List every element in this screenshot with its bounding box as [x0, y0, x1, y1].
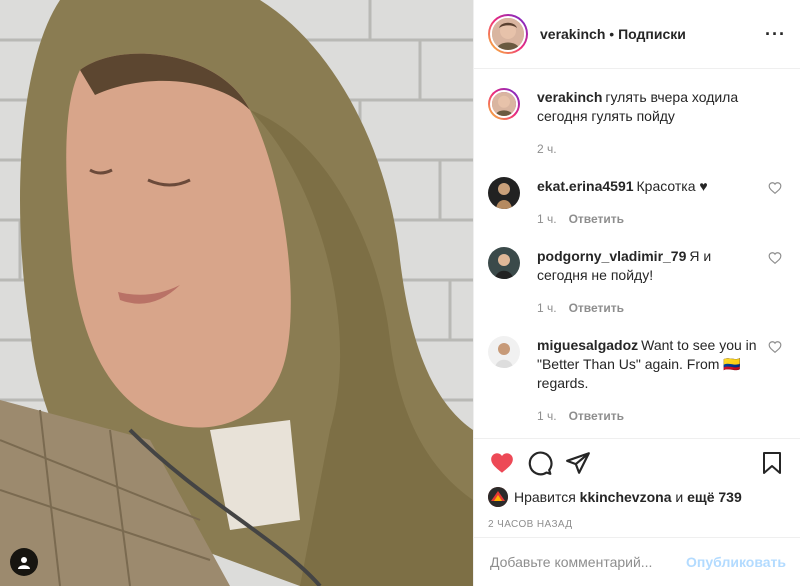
header-separator: • [609, 26, 615, 42]
reply-button[interactable]: Ответить [569, 409, 624, 423]
comment-avatar[interactable] [488, 336, 520, 368]
caption-row: verakinch гулять вчера ходила сегодня гул… [488, 88, 786, 159]
following-button[interactable]: Подписки [618, 26, 686, 42]
comment-like-icon[interactable] [768, 340, 782, 354]
comment-like-icon[interactable] [768, 251, 782, 265]
liker-username[interactable]: kkinchevzona [580, 489, 672, 505]
likes-count-button[interactable]: ещё 739 [687, 489, 742, 505]
comment-username[interactable]: podgorny_vladimir_79 [537, 248, 686, 264]
publish-button[interactable]: Опубликовать [686, 554, 786, 570]
caption-username[interactable]: verakinch [537, 89, 602, 105]
likes-summary: Нравится kkinchevzona и ещё 739 [488, 487, 786, 507]
reply-button[interactable]: Ответить [569, 212, 624, 226]
comment-icon[interactable] [526, 449, 554, 477]
bookmark-icon[interactable] [758, 449, 786, 477]
comment-row: podgorny_vladimir_79 Я и сегодня не пойду… [488, 247, 786, 318]
comment-row: ekat.erina4591 Красотка ♥ 1 ч. Ответить [488, 177, 786, 229]
comment-body: podgorny_vladimir_79 Я и сегодня не пойду… [537, 247, 786, 318]
comment-username[interactable]: miguesalgadoz [537, 337, 638, 353]
liker-avatar[interactable] [488, 487, 508, 507]
comment-time[interactable]: 1 ч. [537, 409, 557, 423]
more-icon[interactable]: ··· [765, 25, 786, 43]
comment-text: Красотка ♥ [636, 178, 708, 194]
caption-avatar[interactable] [488, 88, 520, 120]
caption-meta: 2 ч. [537, 140, 762, 159]
comment-time[interactable]: 1 ч. [537, 212, 557, 226]
header-text: verakinch • Подписки [540, 26, 686, 42]
reply-button[interactable]: Ответить [569, 301, 624, 315]
caption-time[interactable]: 2 ч. [537, 142, 557, 156]
post-actions: Нравится kkinchevzona и ещё 739 2 ЧАСОВ … [474, 438, 800, 530]
comment-body: miguesalgadoz Want to see you in "Better … [537, 336, 786, 426]
action-bar [488, 449, 786, 477]
add-comment-bar: Опубликовать [474, 537, 800, 586]
comments-list[interactable]: verakinch гулять вчера ходила сегодня гул… [474, 70, 800, 438]
heart-icon[interactable] [488, 449, 516, 477]
user-tag-icon[interactable] [10, 548, 38, 576]
likes-prefix: Нравится [514, 489, 576, 505]
comment-avatar[interactable] [488, 177, 520, 209]
caption-body: verakinch гулять вчера ходила сегодня гул… [537, 88, 786, 159]
comment-avatar[interactable] [488, 247, 520, 279]
post-timestamp[interactable]: 2 ЧАСОВ НАЗАД [488, 519, 786, 530]
share-icon[interactable] [564, 449, 592, 477]
post-photo[interactable] [0, 0, 473, 586]
comment-like-icon[interactable] [768, 181, 782, 195]
photo-image [0, 0, 473, 586]
author-username[interactable]: verakinch [540, 26, 605, 42]
post-header: verakinch • Подписки ··· [474, 0, 800, 69]
comment-meta: 1 ч. Ответить [537, 407, 762, 426]
comment-meta: 1 ч. Ответить [537, 210, 762, 229]
post-panel: verakinch • Подписки ··· verakinch гулять… [473, 0, 800, 586]
comment-time[interactable]: 1 ч. [537, 301, 557, 315]
likes-conjunction: и [675, 489, 684, 505]
comment-meta: 1 ч. Ответить [537, 299, 762, 318]
author-avatar[interactable] [488, 14, 528, 54]
comment-input[interactable] [490, 554, 687, 570]
comment-row: miguesalgadoz Want to see you in "Better … [488, 336, 786, 426]
comment-username[interactable]: ekat.erina4591 [537, 178, 634, 194]
comment-body: ekat.erina4591 Красотка ♥ 1 ч. Ответить [537, 177, 786, 229]
